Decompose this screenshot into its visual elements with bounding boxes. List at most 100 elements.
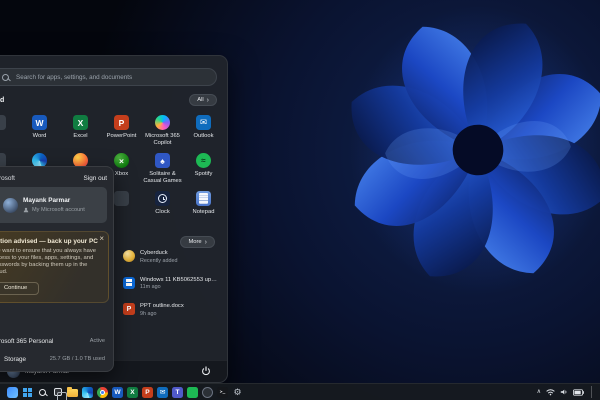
pinned-app-copilot[interactable]: Microsoft 365 Copilot [142, 112, 183, 150]
recommended-subtitle: 9h ago [140, 310, 157, 317]
account-avatar [3, 197, 18, 213]
subscription-name: Microsoft 365 Personal [0, 337, 54, 345]
close-icon[interactable]: × [99, 235, 104, 243]
wifi-icon[interactable] [546, 388, 555, 396]
pinned-app-spotify[interactable]: ≈ Spotify [183, 150, 224, 188]
task-view-button[interactable] [51, 385, 67, 400]
spotify-icon [187, 386, 198, 398]
account-name: Mayank Parmar [23, 197, 71, 205]
sign-out-button[interactable]: Sign out [84, 175, 107, 182]
banner-title: Action advised — back up your PC [0, 238, 98, 245]
volume-icon[interactable] [560, 388, 568, 396]
pinned-app-clock[interactable]: Clock [142, 188, 183, 226]
powerpoint-icon: P [114, 115, 129, 130]
taskbar-terminal-button[interactable]: >_ [216, 385, 229, 399]
recommended-subtitle: 11m ago [140, 284, 161, 290]
all-apps-label: All [197, 97, 204, 103]
pinned-app-cut[interactable] [0, 112, 19, 150]
storage-row[interactable]: Storage 25.7 GB / 1.0 TB used [0, 351, 105, 367]
power-icon [202, 366, 210, 376]
recommended-item-text: PPT outline.docx 9h ago [140, 303, 184, 317]
recommended-list: Cyberduck Recently added Windows 11 KB50… [123, 250, 219, 330]
account-detail-row: My Microsoft account [23, 207, 85, 213]
taskbar-outlook-button[interactable]: ✉ [156, 385, 169, 399]
subscription-row[interactable]: Microsoft 365 Personal Active [0, 333, 105, 349]
terminal-icon: >_ [217, 386, 228, 398]
widgets-button[interactable] [6, 385, 19, 399]
system-tray: ∧ [537, 386, 593, 398]
app-label: Clock [155, 209, 170, 215]
taskbar-settings-button[interactable]: ⚙ [231, 385, 244, 399]
chevron-right-icon: › [206, 96, 209, 104]
storage-usage: 25.7 GB / 1.0 TB used [49, 356, 105, 362]
account-row[interactable]: Mayank Parmar My Microsoft account [0, 187, 107, 223]
account-text: Mayank Parmar My Microsoft account [23, 197, 85, 213]
recommended-title: Cyberduck [140, 250, 168, 256]
taskbar-powerpoint-button[interactable]: P [141, 385, 154, 399]
chevron-right-icon: › [204, 238, 207, 246]
teams-icon: T [172, 386, 183, 398]
taskbar-chrome-button[interactable] [96, 385, 109, 399]
taskbar-spotify-button[interactable] [186, 385, 199, 399]
flyout-header: Microsoft Sign out [0, 172, 107, 184]
show-desktop-button[interactable] [591, 386, 593, 398]
file-explorer-button[interactable] [66, 385, 79, 399]
pinned-app-outlook[interactable]: ✉ Outlook [183, 112, 224, 150]
windows-logo-icon [125, 279, 133, 286]
app-label: Excel [73, 133, 88, 139]
app-label: Microsoft 365 Copilot [145, 133, 180, 146]
battery-icon[interactable] [573, 388, 584, 396]
chrome-icon [97, 386, 108, 398]
edge-icon [82, 386, 93, 398]
taskbar-teams-button[interactable]: T [171, 385, 184, 399]
taskbar-search-button[interactable] [36, 385, 49, 399]
github-icon [202, 386, 213, 398]
recommended-item-ppt-outline[interactable]: P PPT outline.docx 9h ago [123, 303, 219, 317]
taskbar-word-button[interactable]: W [111, 385, 124, 399]
app-label: Notepad [192, 209, 215, 215]
account-flyout: Microsoft Sign out Mayank Parmar My Micr… [0, 166, 114, 372]
pinned-app-excel[interactable]: X Excel [60, 112, 101, 150]
powerpoint-doc-icon: P [123, 303, 135, 315]
pinned-app-solitaire[interactable]: ♠ Solitaire & Casual Games [142, 150, 183, 188]
taskbar-github-button[interactable] [201, 385, 214, 399]
pinned-app-powerpoint[interactable]: P PowerPoint [101, 112, 142, 150]
pinned-app-word[interactable]: W Word [19, 112, 60, 150]
word-icon: W [112, 386, 123, 398]
power-button[interactable] [199, 362, 213, 381]
pinned-title: Pinned [0, 96, 5, 104]
taskbar-excel-button[interactable]: X [126, 385, 139, 399]
app-label: PowerPoint [106, 133, 137, 139]
recommended-item-windows-update[interactable]: Windows 11 KB5062553 update ins... 11m a… [123, 276, 219, 290]
word-icon: W [32, 115, 47, 130]
more-button[interactable]: More › [180, 236, 215, 248]
clock-icon [155, 191, 170, 206]
search-input[interactable] [16, 73, 216, 81]
powerpoint-icon: P [142, 386, 153, 398]
more-label: More [188, 239, 202, 245]
storage-label: Storage [4, 355, 27, 363]
all-apps-button[interactable]: All › [189, 94, 217, 106]
recommended-item-cyberduck[interactable]: Cyberduck Recently added [123, 250, 219, 264]
banner-body: We want to ensure that you always have a… [0, 248, 96, 275]
spotify-icon: ≈ [196, 153, 211, 168]
cyberduck-icon [123, 250, 135, 262]
recommended-section-header: More › [180, 236, 215, 248]
desktop: Pinned All › W Word X Excel P PowerPoint [0, 0, 600, 400]
app-tile-partial-icon [0, 115, 6, 130]
windows-update-icon [123, 276, 135, 289]
app-label: Solitaire & Casual Games [143, 171, 182, 184]
account-detail: My Microsoft account [32, 206, 85, 213]
app-label: Outlook [193, 133, 214, 139]
xbox-icon: × [114, 153, 129, 168]
outlook-icon: ✉ [196, 115, 211, 130]
start-button[interactable] [21, 385, 34, 399]
tray-chevron-up-icon[interactable]: ∧ [537, 389, 541, 395]
continue-button[interactable]: Continue [0, 281, 40, 295]
search-box[interactable] [0, 68, 217, 86]
taskbar-edge-button[interactable] [81, 385, 94, 399]
recommended-item-text: Cyberduck Recently added [140, 250, 177, 264]
excel-icon: X [127, 386, 138, 398]
pinned-app-notepad[interactable]: Notepad [183, 188, 224, 226]
excel-icon: X [73, 115, 88, 130]
